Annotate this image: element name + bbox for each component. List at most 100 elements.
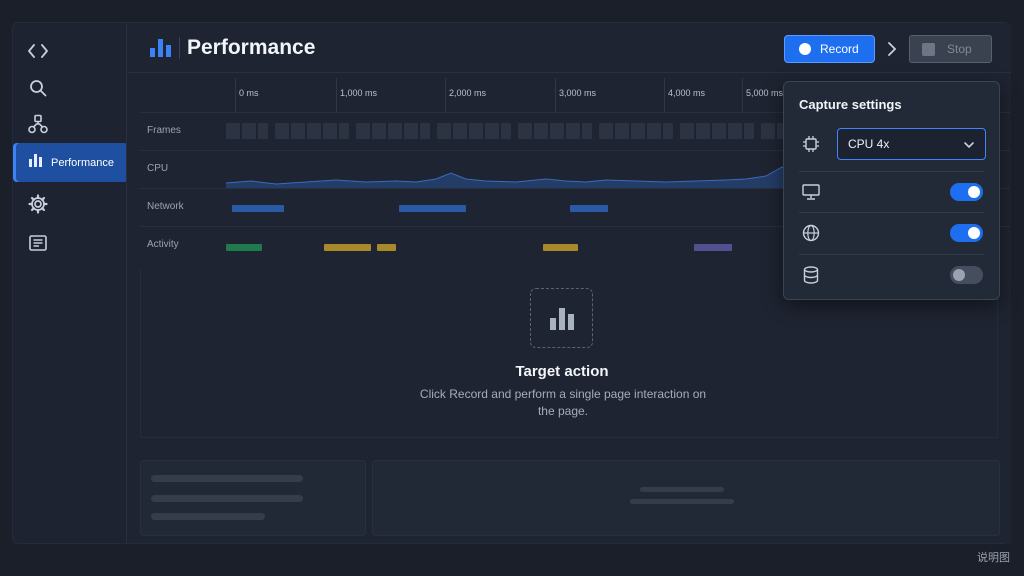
frame-cell[interactable] xyxy=(436,123,451,139)
stop-icon xyxy=(922,42,935,56)
frame-cell[interactable] xyxy=(728,123,743,139)
frame-cell[interactable] xyxy=(242,123,257,139)
track-label: Frames xyxy=(147,125,181,136)
frame-cell[interactable] xyxy=(695,123,710,139)
network-request-bar[interactable] xyxy=(232,205,284,212)
record-button[interactable]: Record xyxy=(784,35,875,63)
sidebar: Performance xyxy=(13,23,129,543)
frame-cell[interactable] xyxy=(663,123,674,139)
page-title: Performance xyxy=(187,36,316,59)
frame-cell[interactable] xyxy=(469,123,483,139)
frame-cell[interactable] xyxy=(290,123,305,139)
activity-bar[interactable] xyxy=(324,244,371,251)
activity-bar[interactable] xyxy=(226,244,262,251)
header-divider xyxy=(179,37,180,59)
frame-cell[interactable] xyxy=(226,123,240,139)
frame-cell[interactable] xyxy=(760,123,775,139)
screenshots-toggle[interactable] xyxy=(950,183,983,201)
database-icon xyxy=(801,265,821,285)
empty-state-description: Click Record and perform a single page i… xyxy=(419,387,707,418)
tick-label: 2,000 ms xyxy=(445,78,486,112)
globe-icon xyxy=(801,223,821,243)
empty-state-title: Target action xyxy=(515,363,609,380)
track-label: Activity xyxy=(147,239,179,250)
frame-cell[interactable] xyxy=(404,123,419,139)
record-dot-icon xyxy=(799,43,811,55)
tick-label: 5,000 ms xyxy=(742,78,783,112)
activity-bar[interactable] xyxy=(543,244,578,251)
tick-label: 3,000 ms xyxy=(555,78,596,112)
search-icon[interactable] xyxy=(27,77,49,99)
cpu-chip-icon xyxy=(801,134,821,154)
tick-label: 4,000 ms xyxy=(664,78,705,112)
track-label: CPU xyxy=(147,163,169,174)
monitor-icon xyxy=(801,182,821,202)
cpu-throttle-value: CPU 4x xyxy=(848,137,890,151)
target-action-icon xyxy=(530,288,593,348)
skeleton-line xyxy=(640,487,724,492)
frame-cell[interactable] xyxy=(614,123,629,139)
frame-cell[interactable] xyxy=(679,123,694,139)
network-nodes-icon[interactable] xyxy=(27,113,49,135)
frame-cell[interactable] xyxy=(598,123,613,139)
record-label: Record xyxy=(820,42,859,56)
skeleton-line xyxy=(151,475,303,482)
chevron-down-icon xyxy=(963,139,975,149)
performance-icon xyxy=(29,153,43,172)
sidebar-item-performance[interactable]: Performance xyxy=(13,143,128,182)
frame-cell[interactable] xyxy=(307,123,321,139)
frame-cell[interactable] xyxy=(712,123,726,139)
divider xyxy=(799,171,984,172)
capture-settings-popover: Capture settings CPU 4x xyxy=(783,81,1000,300)
tick-label: 1,000 ms xyxy=(336,78,377,112)
stop-button[interactable]: Stop xyxy=(909,35,992,63)
frame-cell[interactable] xyxy=(501,123,512,139)
document-icon[interactable] xyxy=(27,232,49,254)
frame-cell[interactable] xyxy=(258,123,269,139)
divider xyxy=(799,254,984,255)
frame-cell[interactable] xyxy=(744,123,755,139)
tick-label: 0 ms xyxy=(235,78,259,112)
app-window: Performance Performance Record Stop 0 ms… xyxy=(12,22,1011,544)
network-capture-toggle[interactable] xyxy=(950,224,983,242)
frame-cell[interactable] xyxy=(452,123,467,139)
frame-cell[interactable] xyxy=(339,123,350,139)
frame-cell[interactable] xyxy=(631,123,645,139)
chevron-right-icon[interactable] xyxy=(885,39,899,59)
frame-cell[interactable] xyxy=(355,123,370,139)
gear-icon[interactable] xyxy=(27,193,49,215)
track-label: Network xyxy=(147,201,184,212)
frame-cell[interactable] xyxy=(371,123,386,139)
skeleton-line xyxy=(151,495,303,502)
summary-panel-left xyxy=(140,460,366,536)
frame-cell[interactable] xyxy=(485,123,500,139)
summary-panel-right xyxy=(372,460,1000,536)
cpu-throttle-select[interactable]: CPU 4x xyxy=(837,128,986,160)
frame-cell[interactable] xyxy=(550,123,564,139)
frame-cell[interactable] xyxy=(533,123,548,139)
activity-bar[interactable] xyxy=(694,244,732,251)
frame-cell[interactable] xyxy=(420,123,431,139)
frame-cell[interactable] xyxy=(323,123,338,139)
cpu-graph xyxy=(225,166,827,189)
frame-cell[interactable] xyxy=(582,123,593,139)
network-request-bar[interactable] xyxy=(570,205,608,212)
frame-cell[interactable] xyxy=(647,123,662,139)
performance-logo-icon xyxy=(150,39,172,57)
skeleton-line xyxy=(151,513,265,520)
corner-caption: 说明图 xyxy=(977,552,1010,564)
header: Performance Record Stop xyxy=(127,23,1011,73)
popover-title: Capture settings xyxy=(799,97,902,112)
frame-cell[interactable] xyxy=(388,123,402,139)
storage-capture-toggle[interactable] xyxy=(950,266,983,284)
network-request-bar[interactable] xyxy=(399,205,466,212)
activity-bar[interactable] xyxy=(377,244,396,251)
frame-cell[interactable] xyxy=(274,123,289,139)
code-icon[interactable] xyxy=(27,40,49,62)
skeleton-line xyxy=(630,499,734,504)
frame-cell[interactable] xyxy=(566,123,581,139)
divider xyxy=(799,212,984,213)
frame-cell[interactable] xyxy=(517,123,532,139)
sidebar-item-label: Performance xyxy=(51,156,114,169)
stop-label: Stop xyxy=(947,42,972,56)
